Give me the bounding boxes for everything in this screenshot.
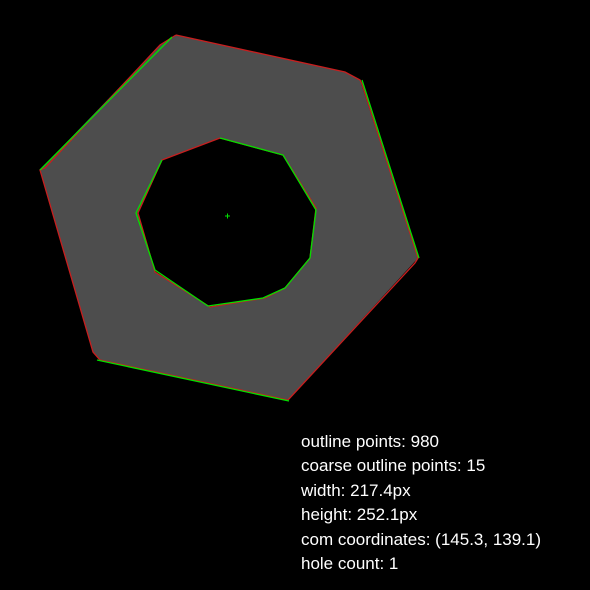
analysis-canvas: outline points: 980 coarse outline point… (0, 0, 590, 590)
outline-points-label: outline points: 980 (301, 432, 439, 451)
coarse-outline-points-label: coarse outline points: 15 (301, 456, 486, 476)
hole-count-label: hole count: 1 (301, 554, 399, 574)
stats-panel: outline points: 980 coarse outline point… (301, 430, 541, 576)
height-label: height: 252.1px (301, 505, 418, 525)
com-coordinates-label: com coordinates: (145.3, 139.1) (301, 529, 542, 549)
width-label: width: 217.4px (301, 480, 411, 500)
centroid-marker (225, 213, 230, 219)
nut-shape (40, 35, 418, 400)
